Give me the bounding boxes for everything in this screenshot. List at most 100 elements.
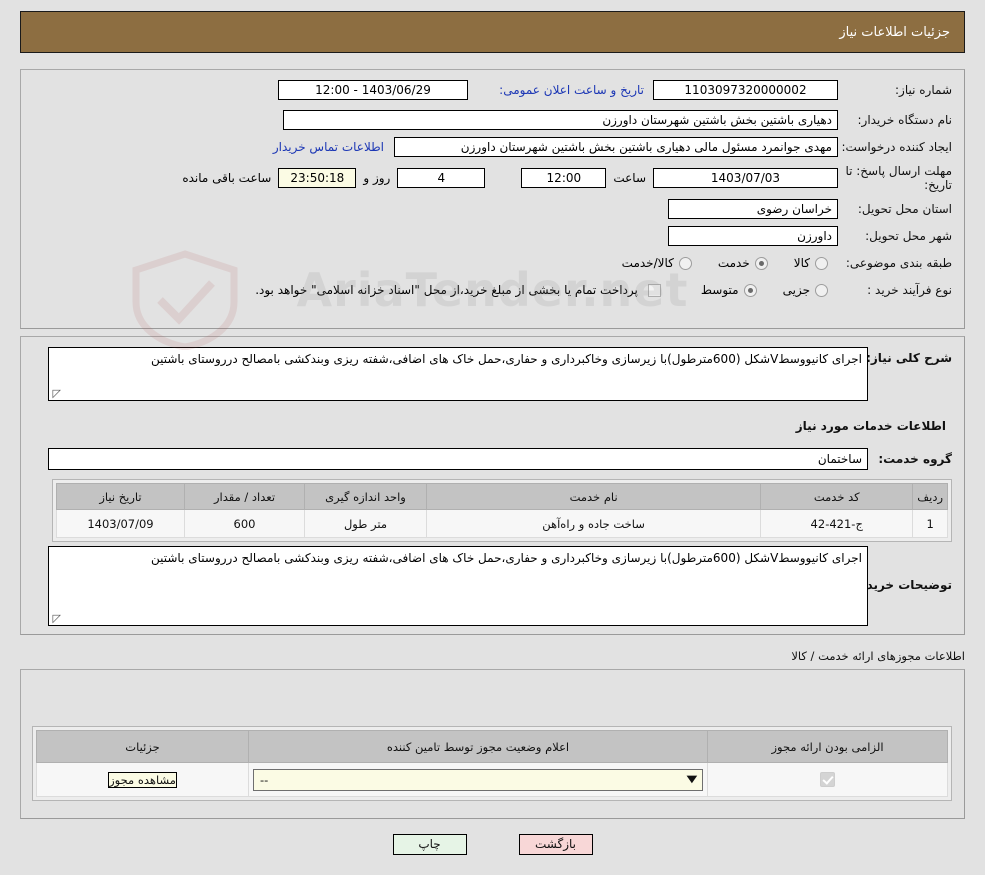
buyer-org-value: دهیاری باشتین بخش باشتین شهرستان داورزن bbox=[283, 110, 838, 130]
col-service-code: کد خدمت bbox=[760, 483, 914, 510]
process-option-jozii-label: جزیی bbox=[782, 283, 810, 297]
category-option-kala-khedmat[interactable]: کالا/خدمت bbox=[622, 256, 692, 270]
category-option-khedmat[interactable]: خدمت bbox=[718, 256, 768, 270]
services-table-wrap: ردیف کد خدمت نام خدمت واحد اندازه گیری ت… bbox=[52, 479, 952, 542]
radio-jozii-icon[interactable] bbox=[815, 283, 828, 297]
category-option-kala[interactable]: کالا bbox=[794, 256, 828, 270]
cell-quantity: 600 bbox=[184, 509, 305, 538]
radio-motevaset-icon[interactable] bbox=[743, 283, 757, 297]
permits-table-header-row: الزامی بودن ارائه مجوز اعلام وضعیت مجوز … bbox=[36, 730, 948, 763]
buyer-notes-textarea[interactable]: اجرای کانیووسطVشکل (600مترطول)با زیرسازی… bbox=[48, 546, 868, 626]
process-option-motevaset[interactable]: متوسط bbox=[701, 283, 757, 297]
cell-permit-status: ▼ -- bbox=[248, 762, 708, 797]
radio-kala-icon[interactable] bbox=[815, 256, 828, 270]
service-group-value: ساختمان bbox=[48, 448, 868, 470]
col-service-name: نام خدمت bbox=[425, 483, 762, 510]
city-value: داورزن bbox=[668, 226, 838, 246]
col-unit: واحد اندازه گیری bbox=[304, 483, 427, 510]
creator-label: ایجاد کننده درخواست: bbox=[841, 140, 952, 154]
permits-panel: الزامی بودن ارائه مجوز اعلام وضعیت مجوز … bbox=[20, 669, 965, 819]
cell-unit: متر طول bbox=[304, 509, 427, 538]
service-group-label: گروه خدمت: bbox=[878, 452, 952, 466]
footer-buttons: بازگشت چاپ bbox=[0, 834, 985, 855]
permits-table-wrap: الزامی بودن ارائه مجوز اعلام وضعیت مجوز … bbox=[32, 726, 952, 801]
need-number-row: شماره نیاز: 1103097320000002 bbox=[653, 80, 952, 100]
summary-row: شرح کلی نیاز: اجرای کانیووسطVشکل (600متر… bbox=[48, 347, 952, 401]
back-button[interactable]: بازگشت bbox=[518, 834, 593, 855]
permit-status-select[interactable]: ▼ -- bbox=[253, 768, 703, 791]
page-root: جزئیات اطلاعات نیاز AriaTender.net شماره… bbox=[0, 0, 985, 875]
deadline-date-value: 1403/07/03 bbox=[653, 168, 838, 188]
announce-datetime-label: تاریخ و ساعت اعلان عمومی: bbox=[499, 83, 644, 97]
summary-label: شرح کلی نیاز: bbox=[866, 351, 952, 365]
services-table: ردیف کد خدمت نام خدمت واحد اندازه گیری ت… bbox=[56, 483, 948, 538]
col-permit-details: جزئیات bbox=[36, 730, 249, 763]
cell-need-date: 1403/07/09 bbox=[56, 509, 185, 538]
chevron-down-icon: ▼ bbox=[686, 773, 698, 785]
announce-datetime-row: تاریخ و ساعت اعلان عمومی: 1403/06/29 - 1… bbox=[278, 80, 644, 100]
deadline-row: مهلت ارسال پاسخ: تا تاریخ: 1403/07/03 سا… bbox=[182, 164, 952, 192]
col-radif: ردیف bbox=[912, 483, 948, 510]
remaining-days-label: روز و bbox=[363, 171, 391, 185]
partial-payment-checkbox-icon[interactable] bbox=[647, 283, 661, 297]
need-info-panel: شماره نیاز: 1103097320000002 تاریخ و ساع… bbox=[20, 69, 965, 329]
summary-textarea[interactable]: اجرای کانیووسطVشکل (600مترطول)با زیرسازی… bbox=[48, 347, 868, 401]
radio-khedmat-icon[interactable] bbox=[754, 256, 768, 270]
category-option-kala-label: کالا bbox=[793, 256, 810, 270]
category-option-kala-khedmat-label: کالا/خدمت bbox=[621, 256, 674, 270]
city-row: شهر محل تحویل: داورزن bbox=[668, 226, 952, 246]
permit-required-checkbox-icon bbox=[820, 772, 835, 787]
cell-radif: 1 bbox=[912, 509, 948, 538]
category-label: طبقه بندی موضوعی: bbox=[845, 256, 952, 270]
cell-permit-details: مشاهده مجوز bbox=[36, 762, 249, 797]
buyer-notes-text: اجرای کانیووسطVشکل (600مترطول)با زیرسازی… bbox=[150, 551, 862, 565]
col-need-date: تاریخ نیاز bbox=[56, 483, 185, 510]
need-number-value: 1103097320000002 bbox=[653, 80, 838, 100]
col-quantity: تعداد / مقدار bbox=[184, 483, 305, 510]
page-title-bar: جزئیات اطلاعات نیاز bbox=[20, 11, 965, 53]
cell-service-name: ساخت جاده و راه‌آهن bbox=[425, 509, 762, 538]
resize-grip-icon[interactable]: ◸ bbox=[51, 388, 61, 399]
table-row: ▼ -- مشاهده مجوز bbox=[36, 762, 948, 797]
creator-row: ایجاد کننده درخواست: مهدی جوانمرد مسئول … bbox=[273, 137, 952, 157]
process-option-motevaset-label: متوسط bbox=[700, 283, 739, 297]
cell-service-code: ج-421-42 bbox=[760, 509, 914, 538]
services-table-header-row: ردیف کد خدمت نام خدمت واحد اندازه گیری ت… bbox=[56, 483, 948, 510]
buyer-contact-link[interactable]: اطلاعات تماس خریدار bbox=[273, 140, 384, 154]
remaining-time-suffix: ساعت باقی مانده bbox=[182, 171, 272, 185]
permits-table: الزامی بودن ارائه مجوز اعلام وضعیت مجوز … bbox=[36, 730, 948, 797]
category-row: طبقه بندی موضوعی: کالا خدمت کالا/خدمت bbox=[622, 256, 952, 270]
process-type-row: نوع فرآیند خرید : جزیی متوسط پرداخت تمام… bbox=[255, 283, 952, 297]
table-row: 1 ج-421-42 ساخت جاده و راه‌آهن متر طول 6… bbox=[56, 509, 948, 538]
buyer-org-label: نام دستگاه خریدار: bbox=[857, 113, 953, 127]
remaining-days-value: 4 bbox=[397, 168, 486, 188]
services-panel: شرح کلی نیاز: اجرای کانیووسطVشکل (600متر… bbox=[20, 336, 965, 635]
services-section-header: اطلاعات خدمات مورد نیاز bbox=[795, 419, 946, 433]
partial-payment-label: پرداخت تمام یا بخشی از مبلغ خرید،از محل … bbox=[255, 283, 638, 297]
need-number-label: شماره نیاز: bbox=[895, 83, 952, 97]
buyer-org-row: نام دستگاه خریدار: دهیاری باشتین بخش باش… bbox=[283, 110, 952, 130]
province-label: استان محل تحویل: bbox=[857, 202, 952, 216]
creator-value: مهدی جوانمرد مسئول مالی دهیاری باشتین بخ… bbox=[394, 137, 838, 157]
deadline-label: مهلت ارسال پاسخ: تا تاریخ: bbox=[845, 164, 952, 192]
summary-text: اجرای کانیووسطVشکل (600مترطول)با زیرسازی… bbox=[150, 352, 862, 366]
process-type-label: نوع فرآیند خرید : bbox=[867, 283, 952, 297]
buyer-notes-row: توضیحات خریدار: اجرای کانیووسطVشکل (600م… bbox=[48, 546, 952, 626]
deadline-hour-label: ساعت bbox=[613, 171, 646, 185]
col-permit-required: الزامی بودن ارائه مجوز bbox=[707, 730, 948, 763]
permit-status-value: -- bbox=[260, 772, 269, 787]
permits-section-title: اطلاعات مجوزهای ارائه خدمت / کالا bbox=[791, 649, 965, 663]
category-option-khedmat-label: خدمت bbox=[717, 256, 750, 270]
deadline-hour-value: 12:00 bbox=[521, 168, 607, 188]
resize-grip-icon-2[interactable]: ◸ bbox=[51, 613, 61, 624]
remaining-time-value: 23:50:18 bbox=[278, 168, 357, 188]
radio-kala-khedmat-icon[interactable] bbox=[678, 256, 692, 270]
partial-payment-option[interactable]: پرداخت تمام یا بخشی از مبلغ خرید،از محل … bbox=[255, 283, 661, 297]
cell-permit-required bbox=[707, 762, 948, 797]
col-permit-status: اعلام وضعیت مجوز توسط تامین کننده bbox=[248, 730, 708, 763]
view-permit-button[interactable]: مشاهده مجوز bbox=[108, 771, 177, 788]
province-row: استان محل تحویل: خراسان رضوی bbox=[668, 199, 952, 219]
announce-datetime-value: 1403/06/29 - 12:00 bbox=[278, 80, 468, 100]
print-button[interactable]: چاپ bbox=[392, 834, 467, 855]
process-option-jozii[interactable]: جزیی bbox=[783, 283, 828, 297]
